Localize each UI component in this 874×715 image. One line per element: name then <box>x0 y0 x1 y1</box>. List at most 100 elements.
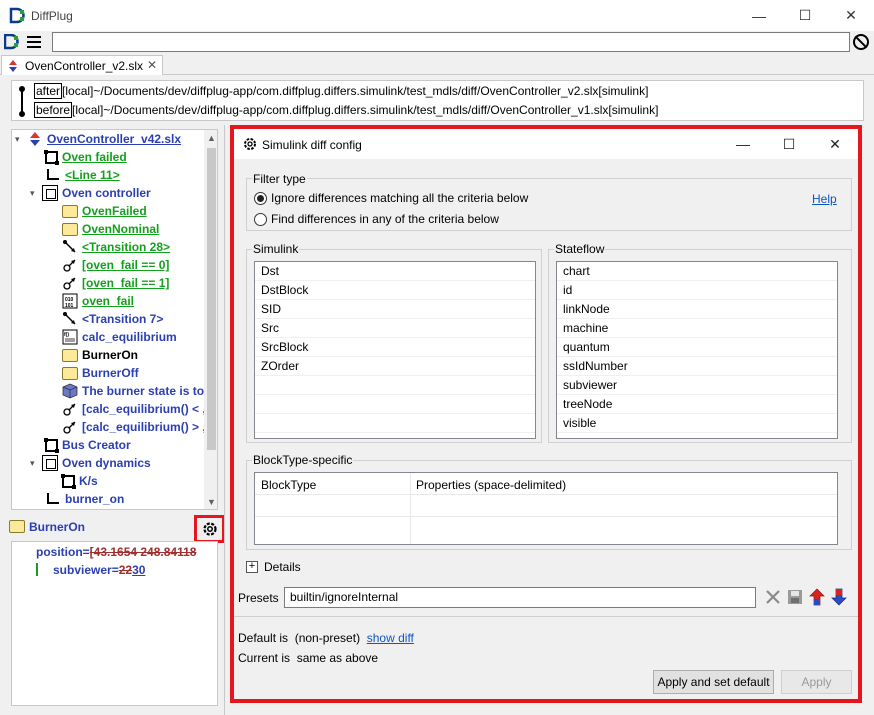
property-row: subviewer=2230 <box>53 563 233 577</box>
tree-item[interactable]: The burner state is to <box>62 382 204 400</box>
tree-item[interactable]: BurnerOn <box>62 346 138 364</box>
presets-input[interactable]: builtin/ignoreInternal <box>284 587 756 608</box>
save-preset-icon[interactable] <box>786 588 804 606</box>
svg-text:f(): f() <box>64 332 69 338</box>
diffplug-menu-icon[interactable] <box>4 34 20 50</box>
tree-item[interactable]: [oven_fail == 1] <box>62 274 169 292</box>
tab-ovencontroller[interactable]: OvenController_v2.slx ✕ <box>1 55 163 75</box>
simulink-label: Simulink <box>252 242 300 256</box>
panel-divider[interactable] <box>224 125 225 715</box>
state-icon <box>62 348 78 362</box>
stateflow-list[interactable]: chart id linkNode machine quantum ssIdNumber s… <box>556 261 838 439</box>
tree-item[interactable]: [calc_equilibrium() > , <box>62 418 206 436</box>
path-connector-icon <box>19 86 25 117</box>
tree-item[interactable]: burner_on <box>45 490 124 508</box>
stateflow-list-item[interactable]: id <box>557 281 837 300</box>
simulink-list-item[interactable]: Src <box>255 319 535 338</box>
simulink-list-item[interactable]: Dst <box>255 262 535 281</box>
delete-preset-icon[interactable] <box>764 588 782 606</box>
simulink-list-item[interactable]: ZOrder <box>255 357 535 376</box>
table-row[interactable] <box>255 495 837 517</box>
tree-scrollbar[interactable]: ▲ ▼ <box>204 130 217 509</box>
tree-item[interactable]: [oven_fail == 0] <box>62 256 169 274</box>
collapse-arrow-icon[interactable]: ▾ <box>30 458 42 469</box>
tab-close-icon[interactable]: ✕ <box>147 58 157 72</box>
apply-and-set-default-button[interactable]: Apply and set default <box>653 670 774 694</box>
gear-icon <box>244 138 256 150</box>
maximize-button[interactable]: ☐ <box>782 0 828 31</box>
tree-root[interactable]: ▾ OvenController_v42.slx <box>15 130 181 148</box>
hamburger-menu-icon[interactable] <box>27 36 41 48</box>
stateflow-list-item[interactable]: quantum <box>557 338 837 357</box>
simulink-list[interactable]: Dst DstBlock SID Src SrcBlock ZOrder <box>254 261 536 439</box>
tree-item[interactable]: 010 101 oven_fail <box>62 292 134 310</box>
table-row[interactable] <box>255 517 837 539</box>
import-preset-icon[interactable] <box>808 588 826 606</box>
tree-item[interactable]: ▾ Oven controller <box>30 184 151 202</box>
line-icon <box>47 169 59 180</box>
dialog-minimize-button[interactable]: — <box>720 129 766 159</box>
tree-item[interactable]: BurnerOff <box>62 364 139 382</box>
gear-icon <box>202 522 217 536</box>
stateflow-list-item[interactable]: subviewer <box>557 376 837 395</box>
collapse-arrow-icon[interactable]: ▾ <box>15 134 27 145</box>
diffplug-logo-icon <box>9 7 25 24</box>
blocktype-table[interactable]: BlockType Properties (space-delimited) <box>254 472 838 545</box>
stateflow-list-item[interactable]: chart <box>557 262 837 281</box>
before-path: [local]~/Documents/dev/diffplug-app/com.… <box>72 103 659 117</box>
simulink-list-item[interactable] <box>255 376 535 395</box>
after-tag: after <box>34 83 63 99</box>
radio-label: Find differences in any of the criteria … <box>271 212 499 226</box>
tree-item[interactable]: Bus Creator <box>44 436 131 454</box>
stateflow-list-item[interactable]: machine <box>557 319 837 338</box>
scroll-down-icon[interactable]: ▼ <box>207 497 216 507</box>
simulink-list-item[interactable] <box>255 414 535 433</box>
show-diff-link[interactable]: show diff <box>367 631 414 645</box>
tree-item[interactable]: OvenFailed <box>62 202 147 220</box>
ignore-differences-radio[interactable]: Ignore differences matching all the crit… <box>254 191 528 205</box>
window-title: DiffPlug <box>31 9 73 23</box>
find-differences-radio[interactable]: Find differences in any of the criteria … <box>254 212 499 226</box>
tree-item[interactable]: K/s <box>61 472 98 490</box>
default-info: Default is (non-preset) show diff <box>238 631 414 645</box>
tree-item[interactable]: [calc_equilibrium() < , <box>62 400 206 418</box>
stateflow-list-item[interactable]: ssIdNumber <box>557 357 837 376</box>
stateflow-list-item[interactable]: visible <box>557 414 837 433</box>
stateflow-list-item[interactable]: treeNode <box>557 395 837 414</box>
properties-title: BurnerOn <box>29 520 86 534</box>
collapse-arrow-icon[interactable]: ▾ <box>30 188 42 199</box>
simulink-list-item[interactable]: SID <box>255 300 535 319</box>
stateflow-list-item[interactable]: linkNode <box>557 300 837 319</box>
tree-item[interactable]: f() calc_equilibrium <box>62 328 177 346</box>
diff-config-button[interactable] <box>194 515 225 543</box>
junction-icon <box>63 421 76 434</box>
tree-item[interactable]: OvenNominal <box>62 220 159 238</box>
minimize-button[interactable]: — <box>736 0 782 31</box>
close-button[interactable]: ✕ <box>828 0 874 31</box>
dialog-maximize-button[interactable]: ☐ <box>766 129 812 159</box>
scroll-thumb[interactable] <box>207 148 216 450</box>
block-icon <box>61 473 76 489</box>
close-icon: ✕ <box>829 135 841 152</box>
cancel-icon[interactable] <box>853 34 869 50</box>
help-link[interactable]: Help <box>812 192 837 206</box>
tree-item[interactable]: <Transition 7> <box>62 310 163 328</box>
tree-item-label: The burner state is to <box>82 384 205 398</box>
details-expander[interactable]: + Details <box>246 560 301 574</box>
tree-item[interactable]: <Transition 28> <box>62 238 170 256</box>
simulink-list-item[interactable]: SrcBlock <box>255 338 535 357</box>
scroll-up-icon[interactable]: ▲ <box>207 133 216 143</box>
maximize-icon: ☐ <box>782 135 796 152</box>
apply-button[interactable]: Apply <box>781 670 852 694</box>
command-input[interactable] <box>52 32 850 52</box>
dialog-close-button[interactable]: ✕ <box>812 129 858 159</box>
radio-label: Ignore differences matching all the crit… <box>271 191 529 205</box>
simulink-list-item[interactable]: DstBlock <box>255 281 535 300</box>
tree-item[interactable]: <Line 11> <box>45 166 120 184</box>
simulink-list-item[interactable] <box>255 395 535 414</box>
model-tree[interactable]: ▾ OvenController_v42.slx Oven failed <Li… <box>11 129 218 510</box>
tree-item[interactable]: Oven failed <box>44 148 127 166</box>
tree-item[interactable]: ▾ Oven dynamics <box>30 454 151 472</box>
annotation-icon <box>62 383 78 399</box>
export-preset-icon[interactable] <box>830 588 848 606</box>
